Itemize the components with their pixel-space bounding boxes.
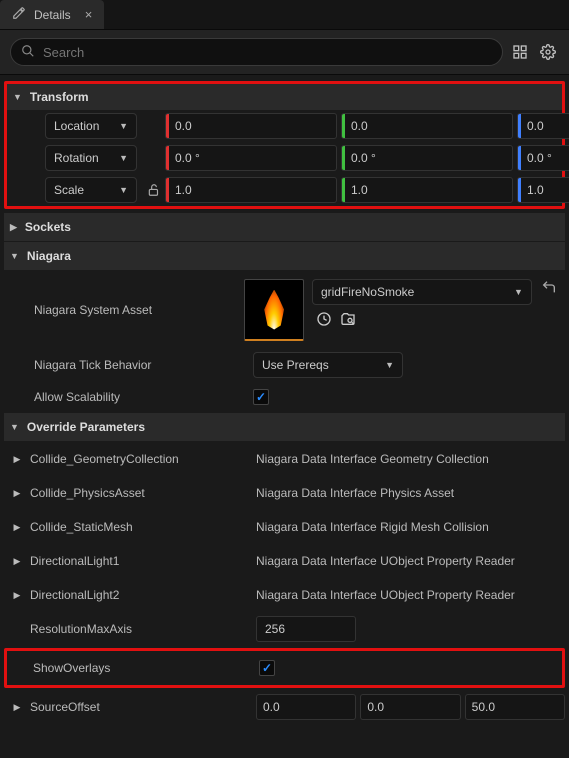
tick-behavior-row: Niagara Tick Behavior Use Prereqs ▼ (4, 349, 565, 381)
details-tab[interactable]: Details × (0, 0, 104, 29)
override-header[interactable]: ▼ Override Parameters (4, 413, 565, 441)
scale-x[interactable] (165, 177, 337, 203)
transform-header[interactable]: ▼ Transform (7, 84, 562, 110)
caret-right-icon: ▶ (10, 222, 17, 233)
caret-right-icon[interactable]: ▶ (4, 488, 30, 499)
search-row (0, 30, 569, 75)
caret-down-icon: ▼ (10, 422, 19, 432)
scale-y[interactable] (341, 177, 513, 203)
location-row: Location ▼ (7, 110, 562, 142)
browse-icon[interactable] (340, 311, 356, 330)
asset-thumbnail[interactable] (244, 279, 304, 341)
tab-bar: Details × (0, 0, 569, 30)
rotation-row: Rotation ▼ (7, 142, 562, 174)
showoverlays-highlight: ShowOverlays (4, 648, 565, 688)
scale-dropdown[interactable]: Scale ▼ (45, 177, 137, 203)
sourceoffset-z[interactable] (465, 694, 565, 720)
chevron-down-icon: ▼ (119, 121, 128, 131)
rotation-y[interactable] (341, 145, 513, 171)
niagara-asset-row: Niagara System Asset gridFireNoSmoke ▼ (4, 271, 565, 349)
tab-title: Details (34, 8, 71, 22)
niagara-header[interactable]: ▼ Niagara (4, 242, 565, 270)
caret-right-icon[interactable]: ▶ (4, 522, 30, 533)
resolution-input[interactable]: 256 (256, 616, 356, 642)
location-y[interactable] (341, 113, 513, 139)
scale-row: Scale ▼ (7, 174, 562, 206)
transform-title: Transform (30, 90, 89, 104)
param-row-collide-staticmesh: ▶ Collide_StaticMesh Niagara Data Interf… (4, 510, 565, 544)
rotation-x[interactable] (165, 145, 337, 171)
location-z[interactable] (517, 113, 569, 139)
chevron-down-icon: ▼ (119, 185, 128, 195)
revert-icon[interactable] (538, 279, 561, 295)
sourceoffset-row: ▶ SourceOffset (4, 690, 565, 724)
sourceoffset-y[interactable] (360, 694, 460, 720)
sockets-header[interactable]: ▶ Sockets (4, 213, 565, 241)
asset-dropdown[interactable]: gridFireNoSmoke ▼ (312, 279, 532, 305)
use-selected-icon[interactable] (316, 311, 332, 330)
caret-right-icon[interactable]: ▶ (4, 702, 30, 713)
chevron-down-icon: ▼ (385, 360, 394, 370)
search-icon (21, 44, 35, 61)
search-input[interactable] (43, 45, 492, 60)
lock-icon[interactable] (143, 183, 165, 197)
allow-scalability-row: Allow Scalability (4, 381, 565, 413)
fire-icon (263, 290, 285, 330)
search-box[interactable] (10, 38, 503, 66)
tick-behavior-dropdown[interactable]: Use Prereqs ▼ (253, 352, 403, 378)
caret-right-icon[interactable]: ▶ (4, 556, 30, 567)
param-row-collide-geometry: ▶ Collide_GeometryCollection Niagara Dat… (4, 442, 565, 476)
param-row-directionallight1: ▶ DirectionalLight1 Niagara Data Interfa… (4, 544, 565, 578)
caret-right-icon[interactable]: ▶ (4, 454, 30, 465)
location-dropdown[interactable]: Location ▼ (45, 113, 137, 139)
location-x[interactable] (165, 113, 337, 139)
pencil-icon (12, 6, 26, 23)
sourceoffset-x[interactable] (256, 694, 356, 720)
scale-z[interactable] (517, 177, 569, 203)
showoverlays-row: ShowOverlays (7, 651, 562, 685)
showoverlays-checkbox[interactable] (259, 660, 275, 676)
rotation-z[interactable] (517, 145, 569, 171)
grid-icon[interactable] (509, 41, 531, 63)
caret-down-icon: ▼ (13, 92, 22, 102)
caret-right-icon[interactable]: ▶ (4, 590, 30, 601)
gear-icon[interactable] (537, 41, 559, 63)
close-icon[interactable]: × (85, 7, 93, 22)
caret-down-icon: ▼ (10, 251, 19, 261)
details-panel: ▼ Transform Location ▼ Rotation ▼ (0, 75, 569, 758)
allow-scalability-checkbox[interactable] (253, 389, 269, 405)
param-row-collide-physics: ▶ Collide_PhysicsAsset Niagara Data Inte… (4, 476, 565, 510)
rotation-dropdown[interactable]: Rotation ▼ (45, 145, 137, 171)
chevron-down-icon: ▼ (119, 153, 128, 163)
chevron-down-icon: ▼ (514, 287, 523, 297)
param-row-directionallight2: ▶ DirectionalLight2 Niagara Data Interfa… (4, 578, 565, 612)
transform-highlight: ▼ Transform Location ▼ Rotation ▼ (4, 81, 565, 209)
resolution-row: ResolutionMaxAxis 256 (4, 612, 565, 646)
